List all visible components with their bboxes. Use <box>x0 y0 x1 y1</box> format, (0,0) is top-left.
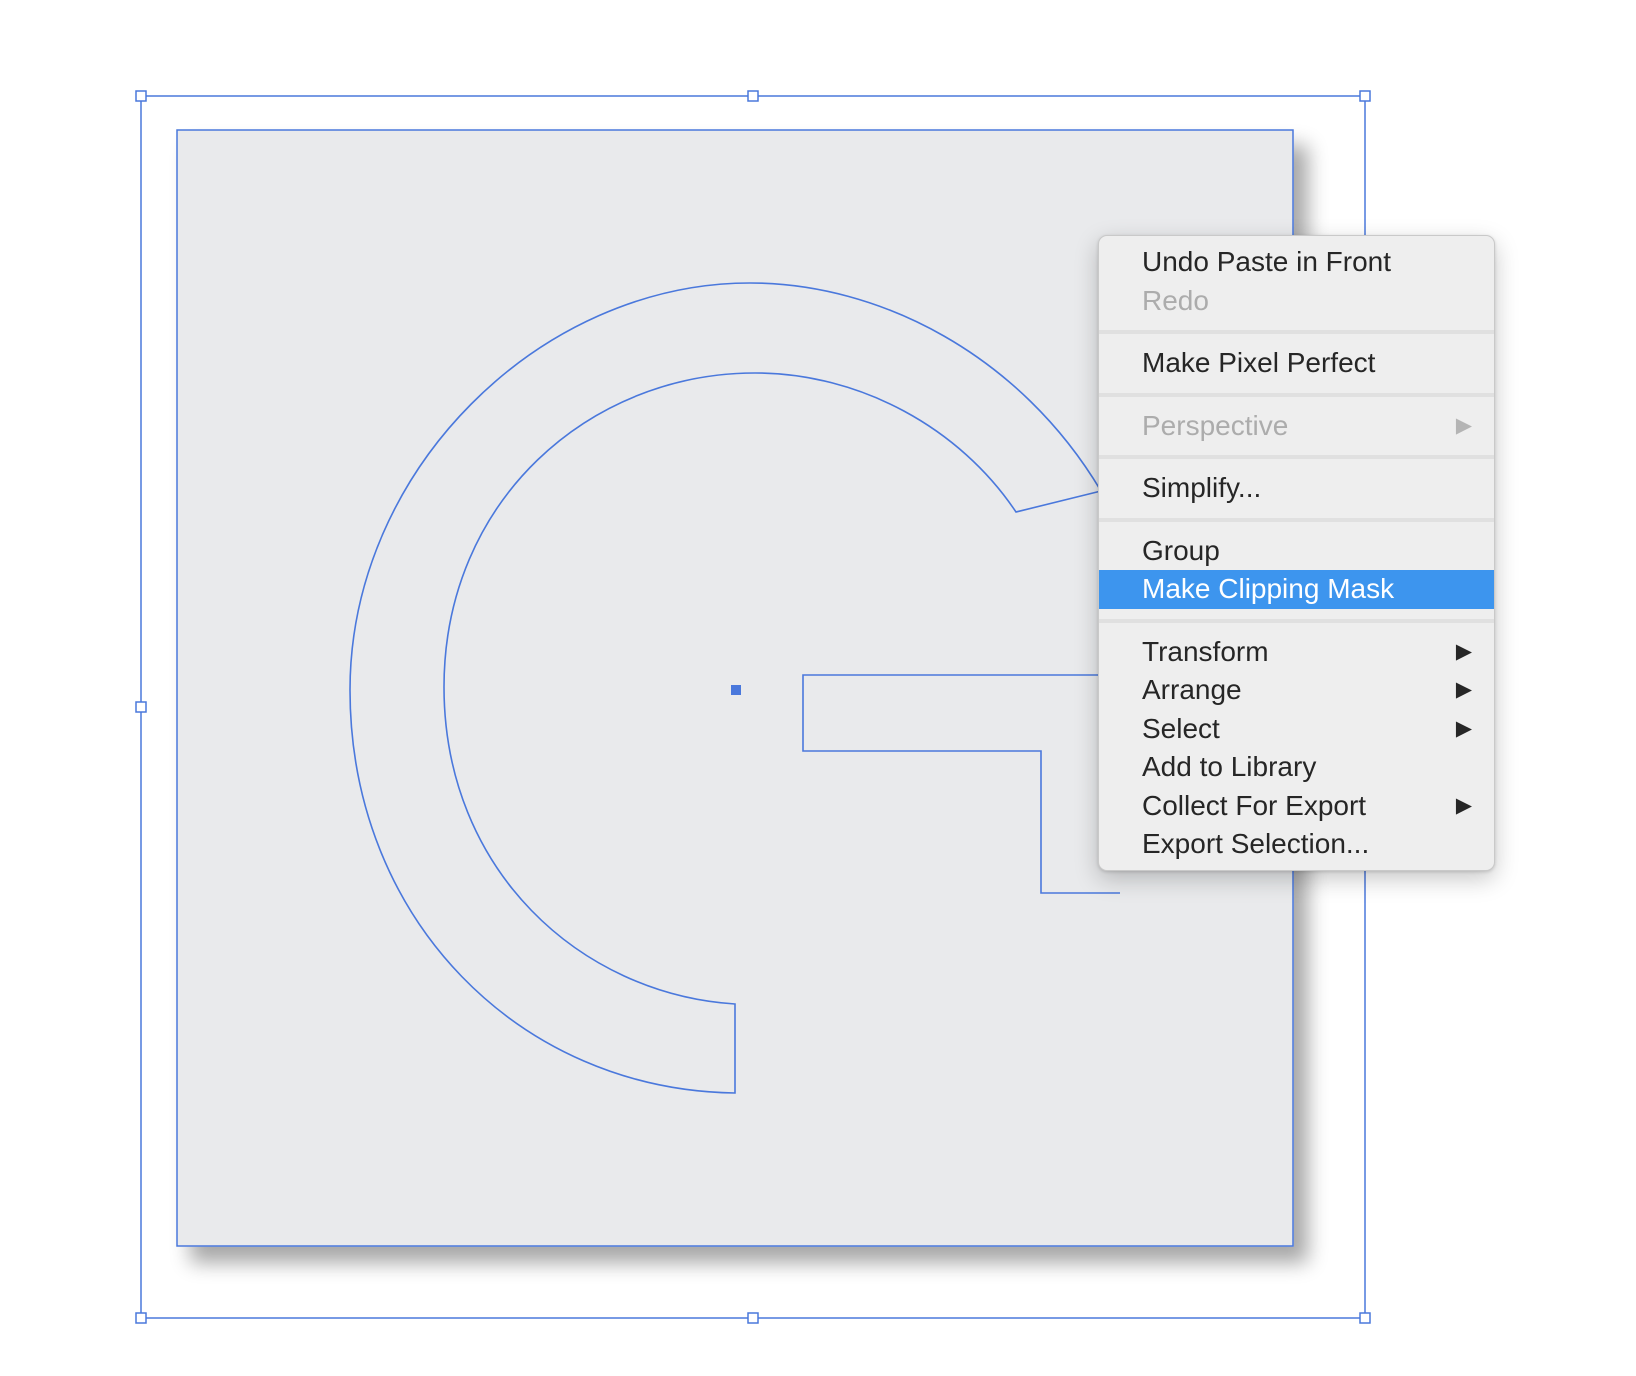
menu-item-label: Add to Library <box>1142 751 1317 782</box>
submenu-arrow-icon: ▶ <box>1455 793 1472 817</box>
menu-item-label: Make Clipping Mask <box>1142 573 1395 604</box>
menu-item-add-to-library[interactable]: Add to Library <box>1099 748 1494 787</box>
menu-item-label: Select <box>1142 712 1220 744</box>
menu-item-label: Make Pixel Perfect <box>1142 347 1376 378</box>
resize-handle-bottom-right[interactable] <box>1359 1312 1371 1324</box>
resize-handle-bottom-center[interactable] <box>747 1312 759 1324</box>
menu-item-group[interactable]: Group <box>1099 532 1494 571</box>
submenu-arrow-icon: ▶ <box>1455 678 1472 701</box>
menu-item-transform[interactable]: Transform ▶ <box>1099 633 1494 672</box>
menu-item-label: Export Selection... <box>1142 828 1370 859</box>
resize-handle-top-left[interactable] <box>135 90 147 102</box>
menu-item-undo-paste-in-front[interactable]: Undo Paste in Front <box>1099 243 1494 282</box>
canvas-area[interactable]: Undo Paste in Front Redo Make Pixel Perfec… <box>0 0 1636 1376</box>
menu-separator <box>1099 383 1494 407</box>
submenu-arrow-icon: ▶ <box>1455 413 1472 437</box>
menu-item-label: Group <box>1142 534 1220 566</box>
menu-separator <box>1099 320 1494 344</box>
context-menu: Undo Paste in Front Redo Make Pixel Perfec… <box>1098 235 1495 871</box>
submenu-arrow-icon: ▶ <box>1455 639 1472 663</box>
menu-item-simplify[interactable]: Simplify... <box>1099 469 1494 508</box>
menu-separator <box>1099 445 1494 469</box>
menu-item-label: Transform <box>1142 635 1269 667</box>
menu-item-label: Perspective <box>1142 409 1289 441</box>
menu-item-make-pixel-perfect[interactable]: Make Pixel Perfect <box>1099 344 1494 383</box>
menu-item-label: Simplify... <box>1142 472 1262 503</box>
menu-item-arrange[interactable]: Arrange ▶ <box>1099 671 1494 710</box>
resize-handle-top-center[interactable] <box>747 90 759 102</box>
submenu-arrow-icon: ▶ <box>1455 716 1472 740</box>
menu-item-export-selection[interactable]: Export Selection... <box>1099 825 1494 864</box>
menu-item-make-clipping-mask[interactable]: Make Clipping Mask <box>1099 570 1494 609</box>
menu-item-redo[interactable]: Redo <box>1099 282 1494 321</box>
resize-handle-middle-left[interactable] <box>135 701 147 713</box>
menu-item-label: Collect For Export <box>1142 789 1367 821</box>
menu-separator <box>1099 508 1494 532</box>
menu-item-perspective[interactable]: Perspective ▶ <box>1099 407 1494 446</box>
resize-handle-bottom-left[interactable] <box>135 1312 147 1324</box>
menu-item-label: Arrange <box>1142 674 1242 705</box>
menu-item-collect-for-export[interactable]: Collect For Export ▶ <box>1099 787 1494 826</box>
menu-item-label: Redo <box>1142 284 1209 316</box>
resize-handle-top-right[interactable] <box>1359 90 1371 102</box>
menu-item-select[interactable]: Select ▶ <box>1099 710 1494 749</box>
menu-item-label: Undo Paste in Front <box>1142 246 1392 277</box>
selection-center-point <box>731 685 741 695</box>
menu-separator <box>1099 609 1494 633</box>
